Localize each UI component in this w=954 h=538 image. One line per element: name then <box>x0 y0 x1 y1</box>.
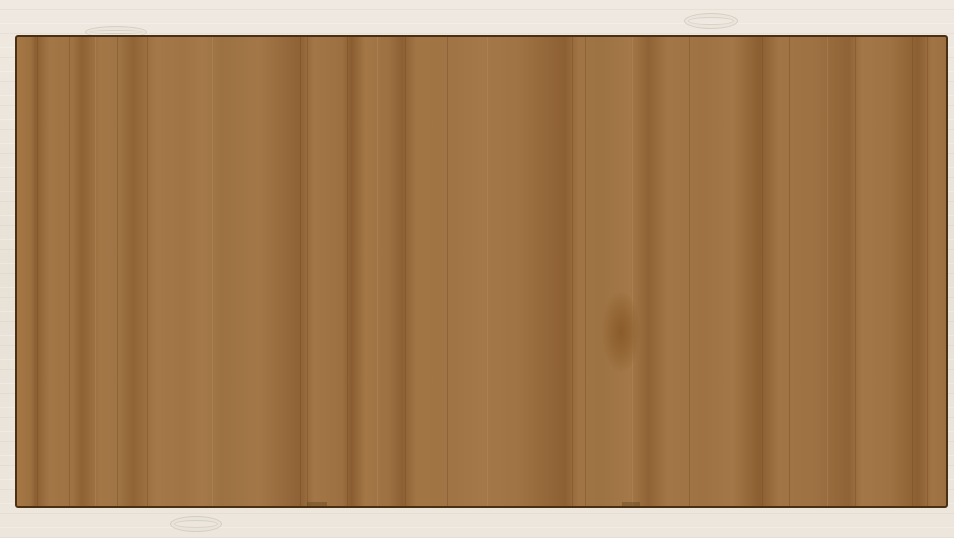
background-knot <box>684 13 738 29</box>
game-scene <box>0 0 954 538</box>
board-seam <box>307 502 327 506</box>
board-seam <box>622 502 640 506</box>
background-knot <box>170 516 222 532</box>
board-knot <box>602 292 640 372</box>
wooden-game-board <box>15 35 948 508</box>
